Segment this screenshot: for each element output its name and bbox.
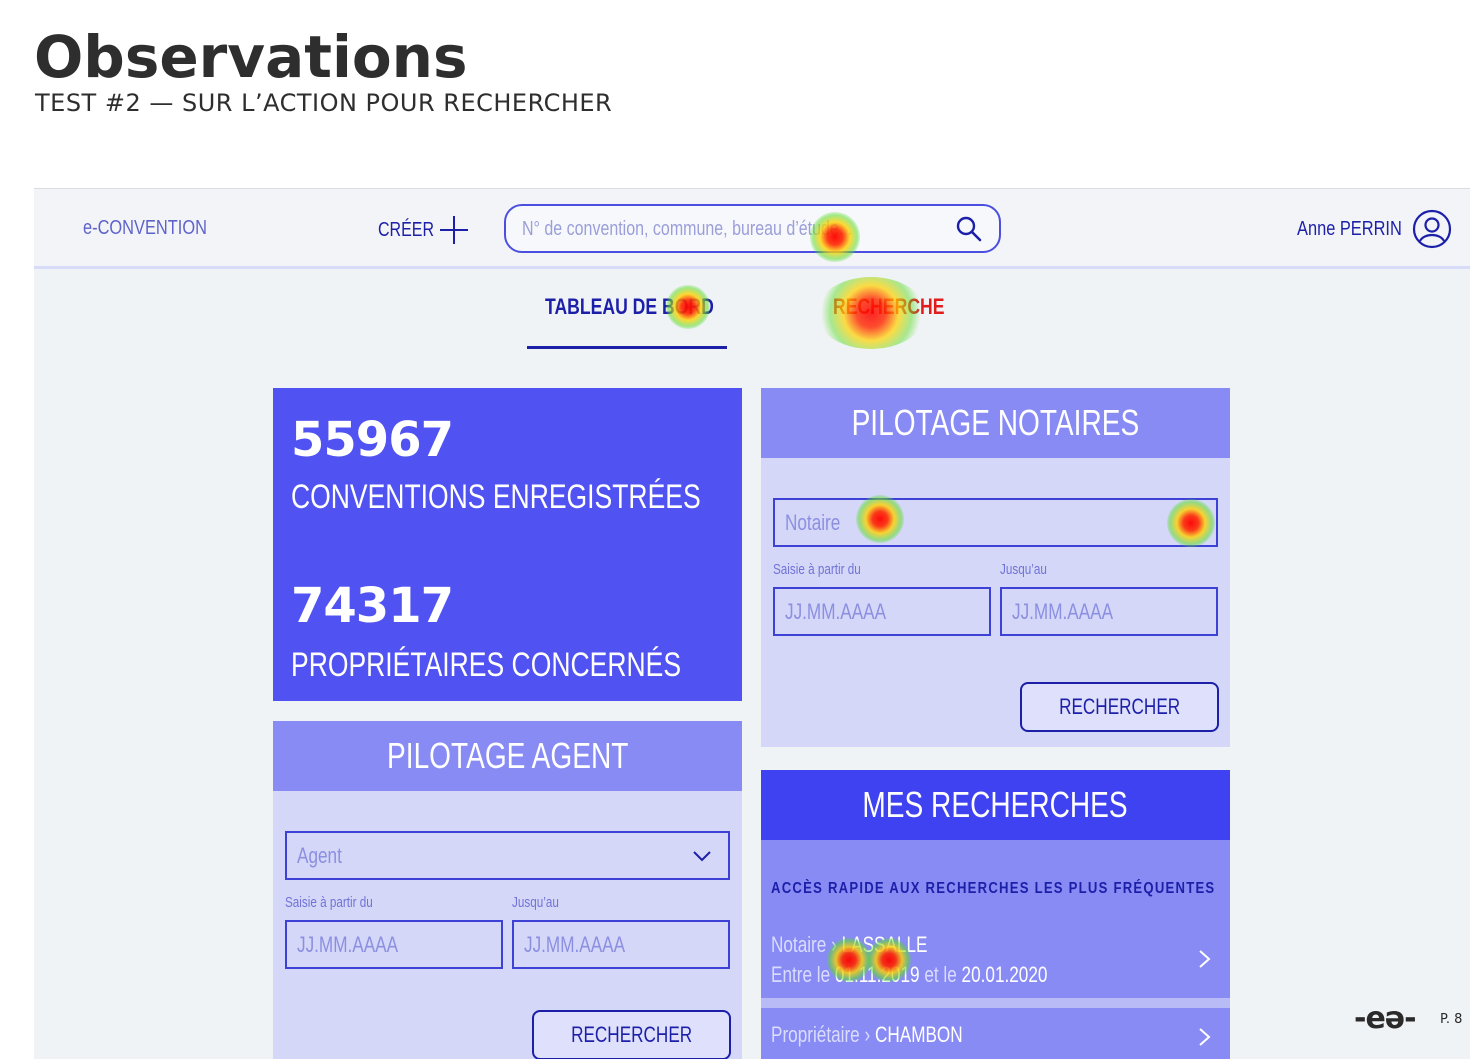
chevron-down-icon[interactable]: [692, 846, 712, 866]
user-name: Anne PERRIN: [1297, 217, 1402, 240]
recent-search-type: Propriétaire ›: [771, 1022, 871, 1047]
recent-search-range-mid: et le: [924, 962, 957, 987]
agent-panel-title: PILOTAGE AGENT: [386, 735, 629, 776]
notaires-panel-header: PILOTAGE NOTAIRES: [761, 388, 1230, 458]
active-tab-indicator: [527, 346, 727, 349]
app-screenshot: e-CONVENTION CRÉER Anne PERRIN TABLEAU D…: [34, 188, 1470, 1059]
notaires-to-placeholder: JJ.MM.AAAA: [1012, 598, 1114, 624]
create-label: CRÉER: [378, 218, 435, 241]
notaires-from-label: Saisie à partir du: [773, 561, 861, 578]
brand-logo: -eə-: [1354, 1001, 1417, 1036]
notaires-panel-title: PILOTAGE NOTAIRES: [851, 402, 1140, 443]
agent-to-placeholder: JJ.MM.AAAA: [524, 931, 626, 957]
recent-search-range: Entre le 01.11.2019 et le 20.01.2020: [771, 962, 1047, 988]
agent-from-placeholder: JJ.MM.AAAA: [297, 931, 399, 957]
agent-panel: PILOTAGE AGENT Agent Saisie à partir du …: [273, 721, 742, 1059]
recent-search-title: Propriétaire › CHAMBON: [771, 1022, 963, 1048]
plus-icon: [440, 216, 468, 244]
owners-label: PROPRIÉTAIRES CONCERNÉS: [291, 646, 682, 684]
search-input[interactable]: [522, 216, 938, 242]
agent-select[interactable]: Agent: [285, 831, 730, 880]
recent-search-item[interactable]: Notaire › LASSALLE Entre le 01.11.2019 e…: [761, 920, 1230, 998]
notaires-to-label: Jusqu’au: [1000, 561, 1047, 578]
quick-access-bar: ACCÈS RAPIDE AUX RECHERCHES LES PLUS FRÉ…: [761, 840, 1230, 920]
recent-search-item[interactable]: Propriétaire › CHAMBON: [761, 1008, 1230, 1059]
agent-search-button[interactable]: RECHERCHER: [532, 1010, 731, 1059]
page-number: P. 8: [1440, 1012, 1463, 1027]
recent-search-title: Notaire › LASSALLE: [771, 932, 927, 958]
notaire-placeholder: Notaire: [785, 509, 841, 535]
agent-search-button-label: RECHERCHER: [570, 1022, 693, 1047]
chevron-right-icon: [1199, 950, 1211, 968]
recent-searches-title: MES RECHERCHES: [862, 784, 1129, 825]
conventions-count: 55967: [291, 412, 454, 468]
recent-search-to: 20.01.2020: [961, 962, 1048, 987]
notaires-search-button[interactable]: RECHERCHER: [1020, 682, 1219, 732]
agent-from-date-field[interactable]: JJ.MM.AAAA: [285, 920, 503, 969]
recent-search-range-prefix: Entre le: [771, 962, 831, 987]
search-icon[interactable]: [955, 215, 983, 243]
recent-searches-header: MES RECHERCHES: [761, 770, 1230, 840]
tab-search[interactable]: RECHERCHE: [833, 294, 944, 320]
owners-count: 74317: [291, 578, 454, 634]
notaires-from-placeholder: JJ.MM.AAAA: [785, 598, 887, 624]
notaires-panel: PILOTAGE NOTAIRES Notaire Saisie à parti…: [761, 388, 1230, 747]
create-button[interactable]: CRÉER: [378, 213, 468, 247]
agent-panel-header: PILOTAGE AGENT: [273, 721, 742, 791]
notaires-to-date-field[interactable]: JJ.MM.AAAA: [1000, 587, 1218, 636]
tab-dashboard[interactable]: TABLEAU DE BORD: [545, 294, 714, 320]
notaires-search-button-label: RECHERCHER: [1058, 694, 1181, 719]
slide-title: Observations: [34, 23, 468, 91]
recent-search-name: LASSALLE: [841, 932, 928, 957]
user-menu[interactable]: Anne PERRIN: [1274, 209, 1452, 249]
recent-search-name: CHAMBON: [874, 1022, 963, 1047]
top-navigation-bar: e-CONVENTION CRÉER Anne PERRIN: [34, 189, 1470, 269]
notaires-from-date-field[interactable]: JJ.MM.AAAA: [773, 587, 991, 636]
search-bar[interactable]: [504, 204, 1001, 253]
agent-placeholder: Agent: [297, 842, 342, 868]
recent-search-from: 01.11.2019: [834, 962, 920, 987]
conventions-label: CONVENTIONS ENREGISTRÉES: [291, 478, 701, 516]
brand-logo[interactable]: e-CONVENTION: [83, 217, 207, 240]
chevron-right-icon: [1199, 1028, 1211, 1046]
recent-searches-panel: MES RECHERCHES ACCÈS RAPIDE AUX RECHERCH…: [761, 770, 1230, 1059]
recent-search-type: Notaire ›: [771, 932, 837, 957]
agent-to-label: Jusqu’au: [512, 894, 559, 911]
notaire-field[interactable]: Notaire: [773, 498, 1218, 547]
quick-access-title: ACCÈS RAPIDE AUX RECHERCHES LES PLUS FRÉ…: [771, 880, 1216, 897]
slide-subtitle: TEST #2 — SUR L’ACTION POUR RECHERCHER: [35, 89, 613, 117]
agent-from-label: Saisie à partir du: [285, 894, 373, 911]
user-avatar-icon[interactable]: [1412, 209, 1452, 249]
stats-card: 55967 CONVENTIONS ENREGISTRÉES 74317 PRO…: [273, 388, 742, 701]
agent-to-date-field[interactable]: JJ.MM.AAAA: [512, 920, 730, 969]
